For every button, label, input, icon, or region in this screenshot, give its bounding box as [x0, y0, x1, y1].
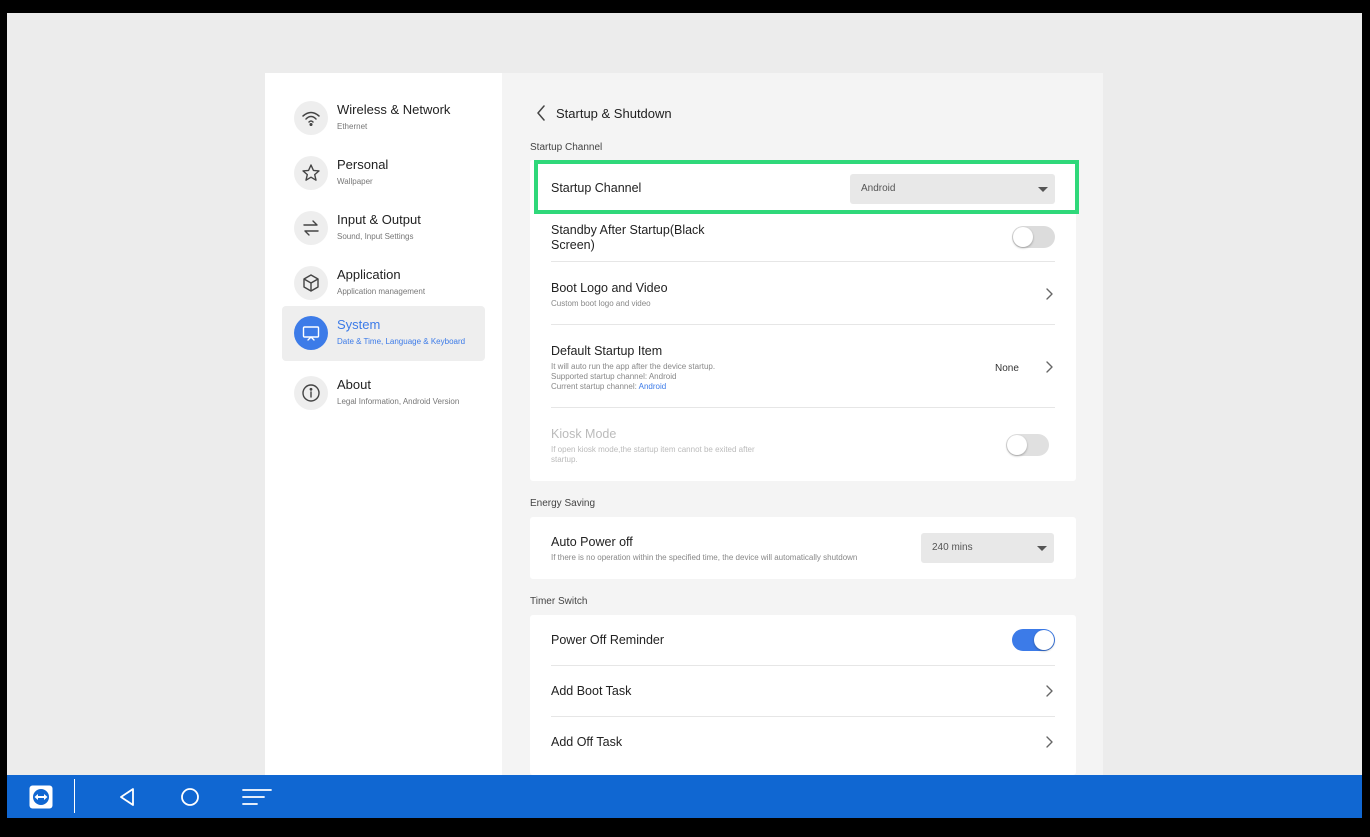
info-icon [294, 376, 328, 410]
sidebar-item-title: Application [337, 267, 401, 282]
sidebar-item-title: System [337, 317, 381, 332]
sidebar-item-title: Personal [337, 157, 389, 172]
section-label-energy: Energy Saving [530, 498, 596, 509]
sidebar-item-subtitle: Ethernet [337, 122, 368, 131]
sidebar-item-title: About [337, 377, 371, 392]
sidebar-item-subtitle: Legal Information, Android Version [337, 397, 460, 406]
divider [551, 665, 1055, 666]
sidebar-item-subtitle: Sound, Input Settings [337, 232, 414, 241]
sidebar-item-title: Wireless & Network [337, 102, 451, 117]
default-startup-item-value: None [995, 363, 1019, 374]
cube-icon [294, 266, 328, 300]
star-icon [294, 156, 328, 190]
caret-down-icon [1037, 546, 1047, 551]
chevron-left-icon [537, 105, 545, 121]
boot-logo-label: Boot Logo and Video [551, 281, 668, 295]
kiosk-mode-toggle[interactable] [1006, 434, 1049, 456]
standby-label: Standby After Startup(Black Screen) [551, 223, 705, 252]
startup-card: Startup Channel Android Standby After St… [530, 160, 1076, 481]
power-off-reminder-toggle[interactable] [1012, 629, 1055, 651]
menu-nav-icon[interactable] [241, 775, 273, 818]
auto-power-off-value: 240 mins [932, 542, 973, 553]
chevron-right-icon[interactable] [1044, 361, 1054, 373]
page-title: Startup & Shutdown [556, 106, 672, 121]
toggle-knob [1007, 435, 1027, 455]
energy-card: Auto Power off If there is no operation … [530, 517, 1076, 579]
sidebar-item-personal[interactable]: Personal Wallpaper [282, 146, 485, 201]
default-startup-item-supported: Supported startup channel: Android [551, 372, 677, 381]
sidebar-item-about[interactable]: About Legal Information, Android Version [282, 366, 485, 421]
default-startup-item-current: Current startup channel: Android [551, 382, 666, 392]
sidebar-item-subtitle: Wallpaper [337, 177, 373, 186]
toggle-knob [1013, 227, 1033, 247]
add-boot-task-label[interactable]: Add Boot Task [551, 684, 631, 699]
startup-channel-label: Startup Channel [551, 181, 642, 195]
caret-down-icon [1038, 187, 1048, 192]
wifi-icon [294, 101, 328, 135]
chevron-right-icon[interactable] [1044, 288, 1054, 300]
divider [551, 261, 1055, 262]
content-panel: Startup & Shutdown Startup Channel Start… [502, 73, 1103, 775]
sidebar-item-system[interactable]: System Date & Time, Language & Keyboard [282, 306, 485, 361]
monitor-icon [294, 316, 328, 350]
kiosk-mode-label: Kiosk Mode [551, 427, 617, 441]
divider [551, 407, 1055, 408]
default-startup-item-desc: It will auto run the app after the devic… [551, 362, 716, 371]
sidebar-item-subtitle: Application management [337, 287, 426, 296]
add-off-task-label[interactable]: Add Off Task [551, 735, 622, 750]
taskbar [7, 775, 1362, 818]
swap-arrows-icon [294, 211, 328, 245]
back-nav-icon[interactable] [115, 775, 139, 818]
chevron-right-icon[interactable] [1044, 736, 1054, 748]
section-label-startup: Startup Channel [530, 142, 603, 153]
default-startup-item-label: Default Startup Item [551, 344, 663, 358]
divider [551, 716, 1055, 717]
startup-channel-select[interactable]: Android [850, 174, 1055, 204]
home-nav-icon[interactable] [178, 775, 202, 818]
taskbar-separator [74, 779, 75, 813]
sidebar-item-title: Input & Output [337, 212, 421, 227]
auto-power-off-label: Auto Power off [551, 535, 633, 549]
screen: Wireless & Network Ethernet Personal Wal… [7, 13, 1362, 775]
sidebar: Wireless & Network Ethernet Personal Wal… [265, 73, 502, 775]
chevron-right-icon[interactable] [1044, 685, 1054, 697]
boot-logo-subtitle: Custom boot logo and video [551, 299, 651, 308]
section-label-timer: Timer Switch [530, 596, 588, 607]
sidebar-item-input-output[interactable]: Input & Output Sound, Input Settings [282, 201, 485, 256]
settings-dialog: Wireless & Network Ethernet Personal Wal… [265, 73, 1103, 775]
toggle-knob [1034, 630, 1054, 650]
sidebar-item-subtitle: Date & Time, Language & Keyboard [337, 337, 466, 346]
teamviewer-icon[interactable] [27, 775, 55, 818]
current-channel-prefix: Current startup channel: [551, 382, 639, 391]
auto-power-off-subtitle: If there is no operation within the spec… [551, 553, 858, 562]
power-off-reminder-label: Power Off Reminder [551, 633, 665, 647]
startup-channel-value: Android [861, 183, 896, 194]
current-channel-value: Android [638, 382, 667, 391]
divider [551, 324, 1055, 325]
sidebar-item-wireless-network[interactable]: Wireless & Network Ethernet [282, 91, 485, 146]
standby-toggle[interactable] [1012, 226, 1055, 248]
sidebar-item-application[interactable]: Application Application management [282, 256, 485, 311]
kiosk-mode-subtitle: If open kiosk mode,the startup item cann… [551, 445, 755, 464]
auto-power-off-select[interactable]: 240 mins [921, 533, 1054, 563]
timer-card: Power Off Reminder Add Boot Task Add Off… [530, 615, 1076, 775]
back-button[interactable] [536, 104, 550, 122]
